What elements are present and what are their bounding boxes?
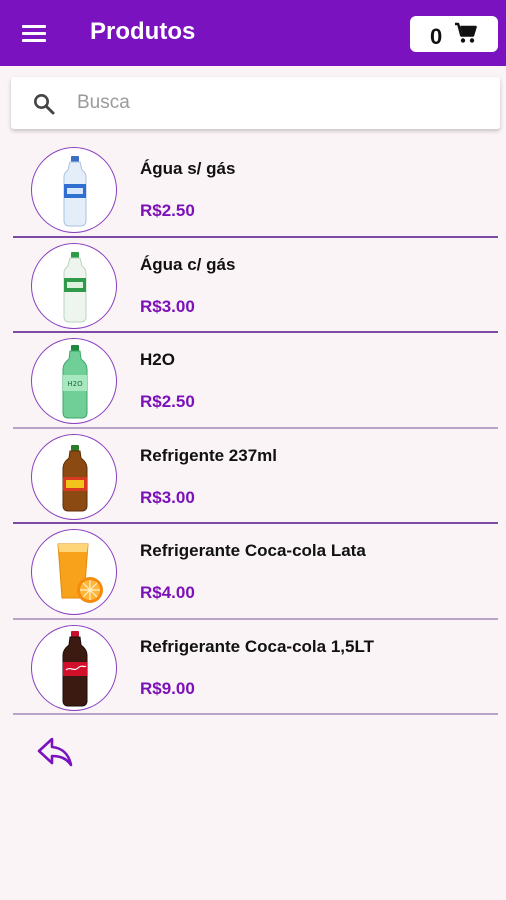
small-soda-bottle-icon [31,433,117,520]
app-bar: Produtos 0 [0,0,506,66]
product-name: Água c/ gás [140,254,236,274]
product-price: R$3.00 [140,487,195,507]
product-item[interactable]: Refrigerante Coca-cola Lata R$4.00 [0,524,506,620]
cart-button[interactable]: 0 [410,16,498,52]
shopping-cart-icon [455,22,477,43]
product-item[interactable]: H2O H2O R$2.50 [0,333,506,429]
cart-count: 0 [430,24,443,49]
search-bar [11,77,500,129]
product-price: R$4.00 [140,583,195,602]
product-price: R$9.00 [140,678,195,698]
water-bottle-icon [31,147,117,233]
product-price: R$2.50 [140,392,195,411]
product-name: Refrigerante Coca-cola Lata [140,541,366,560]
search-icon [34,94,55,115]
product-item[interactable]: Refrigente 237ml R$3.00 [0,429,506,525]
product-price: R$3.00 [140,296,195,316]
hamburger-menu-icon[interactable] [22,22,48,44]
search-input[interactable] [77,87,477,119]
cola-bottle-icon [31,624,117,711]
product-name: Refrigente 237ml [140,445,277,465]
product-item[interactable]: Água s/ gás R$2.50 [0,142,506,238]
product-name: Refrigerante Coca-cola 1,5LT [140,636,374,656]
product-name: H2O [140,350,175,369]
product-item[interactable]: Refrigerante Coca-cola 1,5LT R$9.00 [0,620,506,716]
product-price: R$2.50 [140,201,195,220]
orange-juice-icon [31,529,117,615]
reply-back-arrow-icon[interactable] [36,735,74,769]
product-name: Água s/ gás [140,159,236,178]
product-list: Água s/ gás R$2.50 Água c/ gás R$3.00 H2… [0,142,506,715]
green-soda-bottle-icon: H2O [31,338,117,424]
product-item[interactable]: Água c/ gás R$3.00 [0,238,506,334]
page-title: Produtos [90,18,196,45]
sparkling-water-bottle-icon [31,242,117,329]
svg-text:H2O: H2O [67,380,83,388]
